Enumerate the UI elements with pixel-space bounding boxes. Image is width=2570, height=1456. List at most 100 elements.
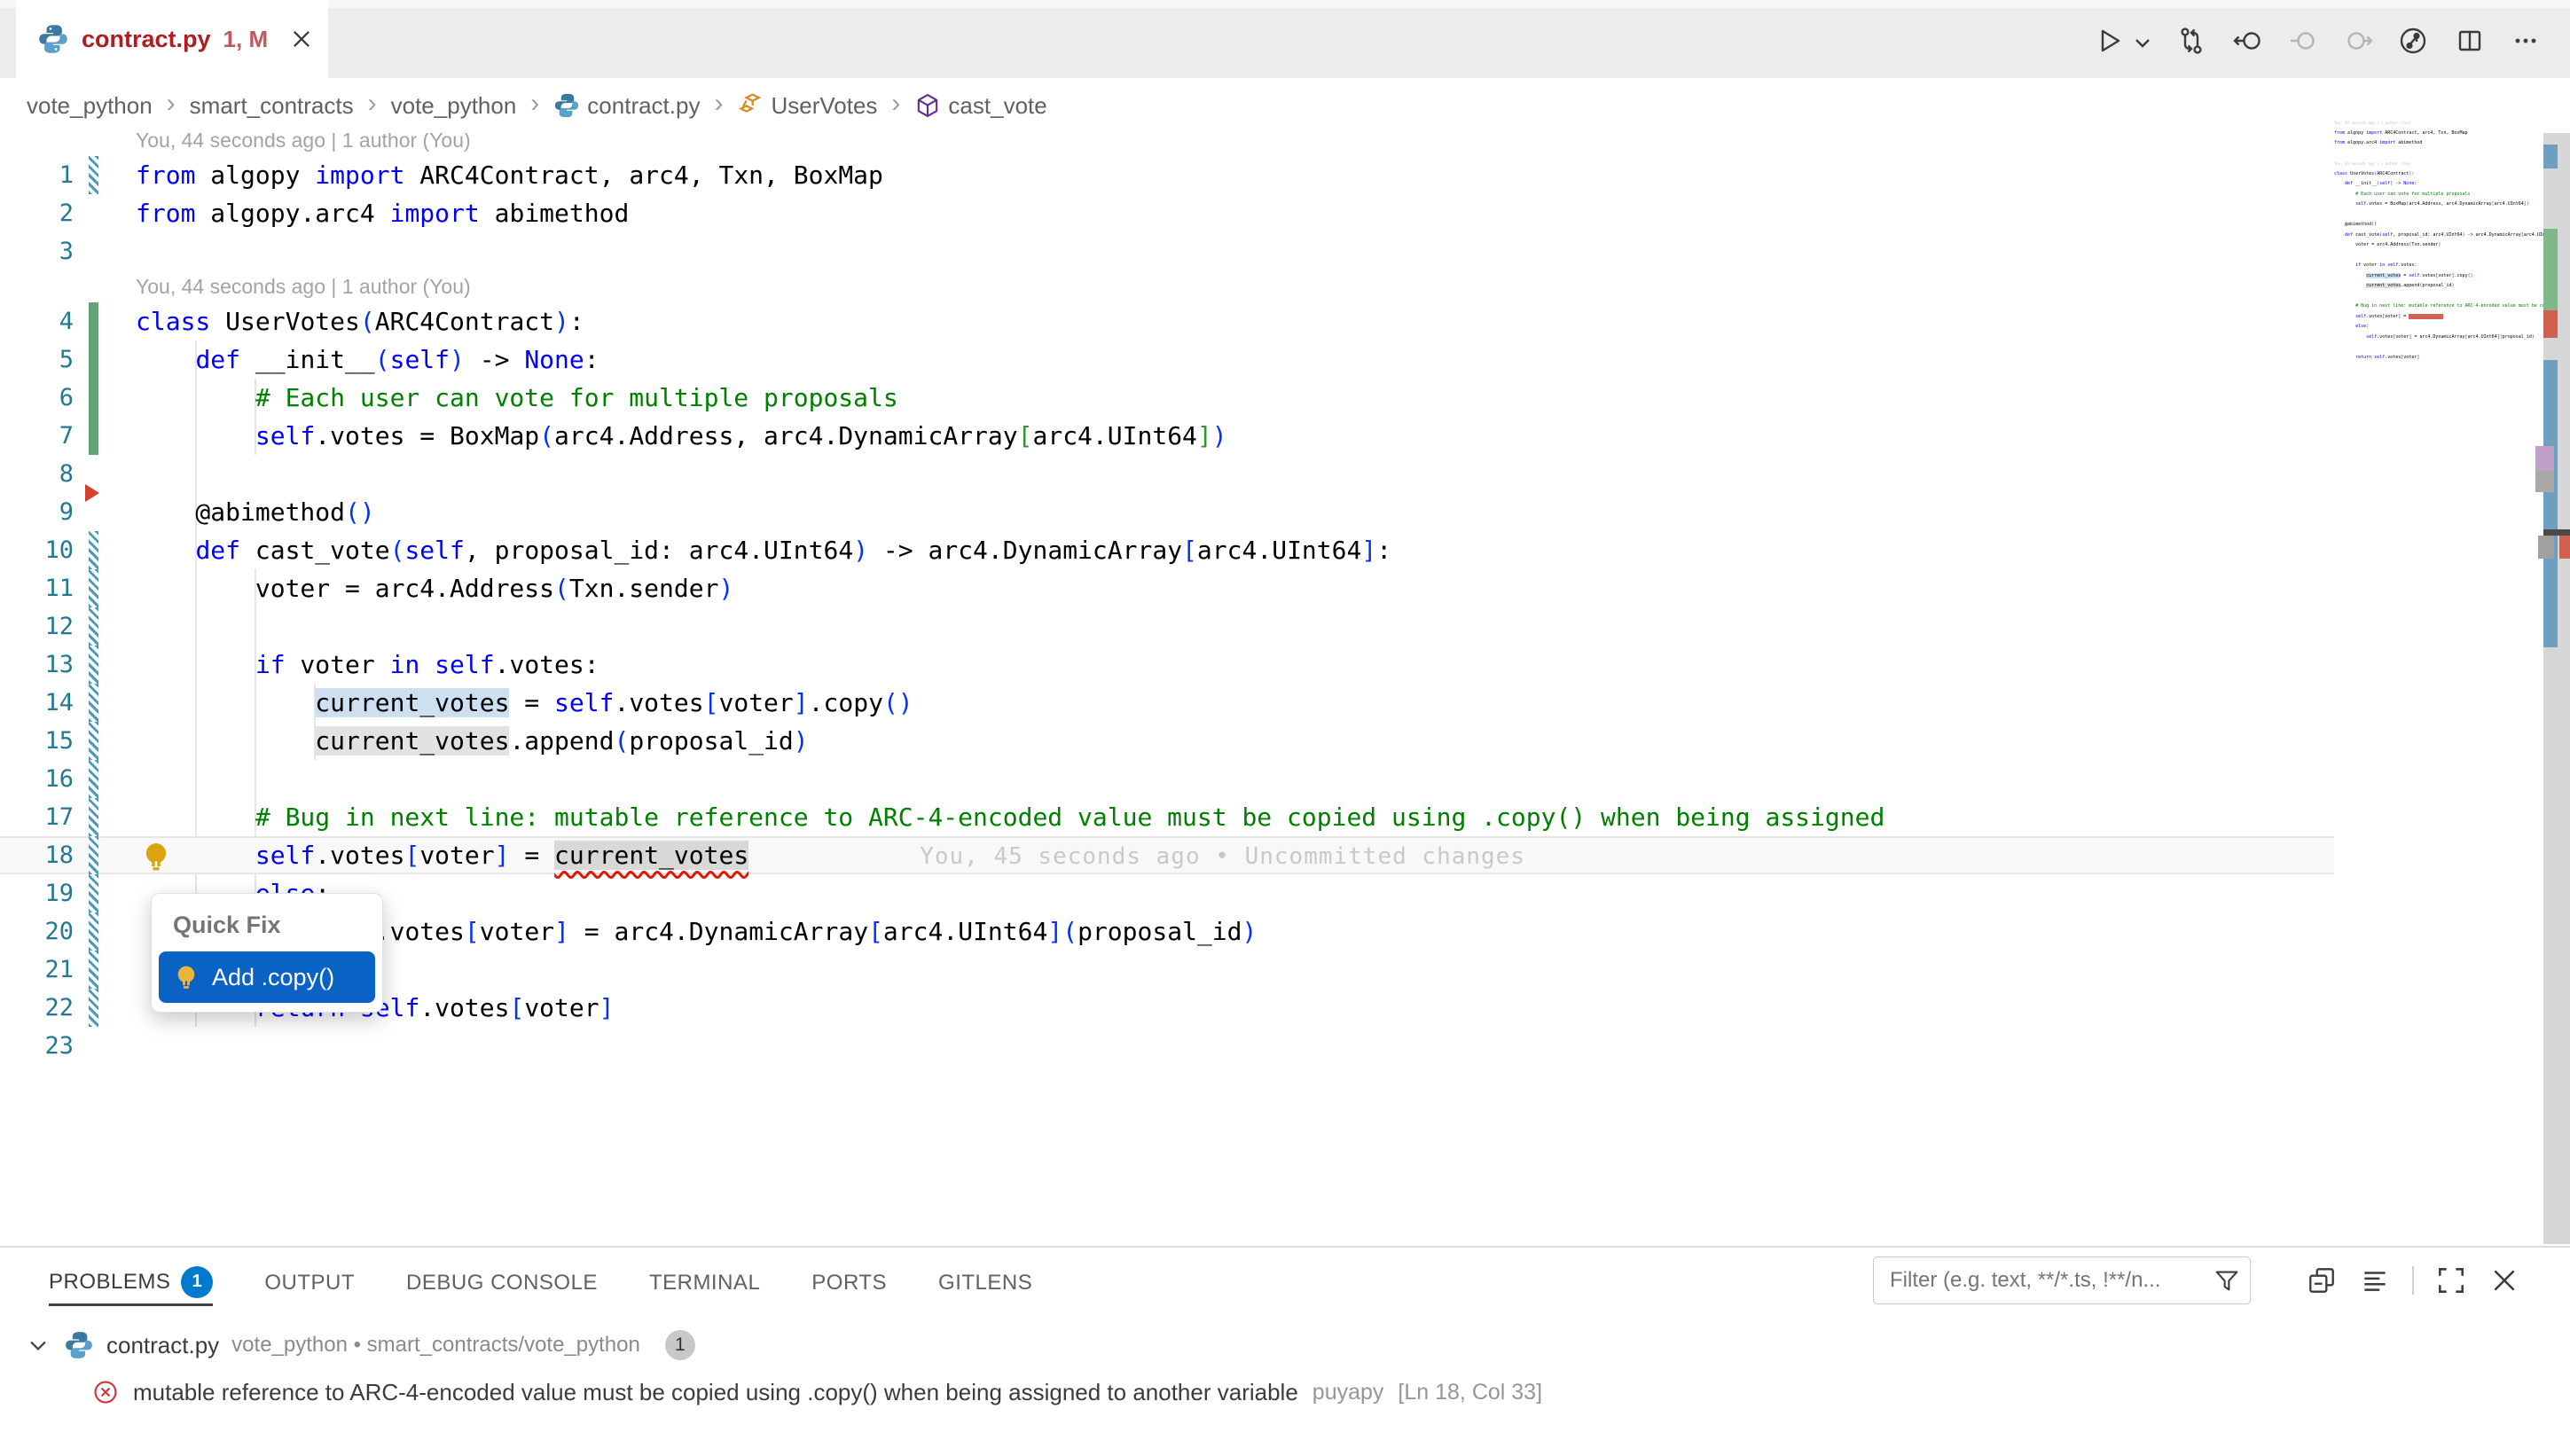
maximize-panel-icon[interactable] xyxy=(2435,1264,2467,1296)
gutter[interactable] xyxy=(74,531,136,569)
gutter[interactable] xyxy=(74,417,136,455)
collapse-all-icon[interactable] xyxy=(2306,1264,2338,1296)
chevron-down-icon[interactable] xyxy=(25,1332,51,1358)
tab-title[interactable]: contract.py xyxy=(82,26,211,53)
gutter[interactable] xyxy=(74,379,136,417)
line-number[interactable]: 7 xyxy=(0,417,74,455)
line-number[interactable]: 2 xyxy=(0,194,74,232)
gutter[interactable] xyxy=(74,194,136,232)
code-line-7[interactable]: 7 self.votes = BoxMap(arc4.Address, arc4… xyxy=(0,417,2334,455)
code-line-13[interactable]: 13 if voter in self.votes: xyxy=(0,646,2334,684)
gutter[interactable] xyxy=(74,607,136,646)
breadcrumb-folder[interactable]: vote_python xyxy=(391,92,517,120)
line-number[interactable]: 15 xyxy=(0,722,74,760)
line-number[interactable]: 5 xyxy=(0,341,74,379)
code-line-10[interactable]: 10 def cast_vote(self, proposal_id: arc4… xyxy=(0,531,2334,569)
line-number[interactable]: 11 xyxy=(0,569,74,607)
gutter[interactable] xyxy=(74,341,136,379)
breadcrumb-folder[interactable]: smart_contracts xyxy=(190,92,354,120)
gutter[interactable] xyxy=(74,455,136,493)
line-number[interactable]: 23 xyxy=(0,1027,74,1065)
line-number[interactable]: 12 xyxy=(0,607,74,646)
line-number[interactable]: 4 xyxy=(0,302,74,341)
code-line-11[interactable]: 11 voter = arc4.Address(Txn.sender) xyxy=(0,569,2334,607)
gutter-mod-indicator[interactable] xyxy=(89,951,98,989)
gutter-mod-indicator[interactable] xyxy=(89,569,98,607)
gutter-mod-indicator[interactable] xyxy=(89,607,98,646)
gutter[interactable] xyxy=(74,646,136,684)
gutter[interactable] xyxy=(74,836,136,874)
code-editor[interactable]: You, 44 seconds ago | 1 author (You) 1fro… xyxy=(0,133,2570,1244)
gutter[interactable] xyxy=(74,760,136,798)
view-as-table-icon[interactable] xyxy=(2359,1264,2391,1296)
gutter-add-indicator[interactable] xyxy=(89,341,98,379)
gutter-mod-indicator[interactable] xyxy=(89,912,98,951)
gutter[interactable] xyxy=(74,156,136,194)
gutter[interactable] xyxy=(74,1027,136,1065)
line-number[interactable]: 9 xyxy=(0,493,74,531)
gutter-add-indicator[interactable] xyxy=(89,379,98,417)
gutter-mod-indicator[interactable] xyxy=(89,722,98,760)
code-line-12[interactable]: 12 xyxy=(0,607,2334,646)
gutter-mod-indicator[interactable] xyxy=(89,684,98,722)
problems-filter-input[interactable] xyxy=(1888,1267,2213,1294)
panel-tab-terminal[interactable]: TERMINAL xyxy=(649,1260,760,1306)
line-number[interactable]: 14 xyxy=(0,684,74,722)
open-changes-icon[interactable] xyxy=(2176,26,2206,56)
panel-tab-debug-console[interactable]: DEBUG CONSOLE xyxy=(406,1260,598,1306)
panel-tab-output[interactable]: OUTPUT xyxy=(264,1260,355,1306)
tab-contract-py[interactable]: contract.py 1, M xyxy=(16,0,328,78)
run-python-file-button[interactable] xyxy=(2094,26,2124,56)
line-number[interactable]: 13 xyxy=(0,646,74,684)
gutter-mod-indicator[interactable] xyxy=(89,760,98,798)
deleted-lines-marker[interactable] xyxy=(85,484,99,502)
gutter[interactable] xyxy=(74,912,136,951)
code-line-3[interactable]: 3 xyxy=(0,232,2334,270)
code-line-14[interactable]: 14 current_votes = self.votes[voter].cop… xyxy=(0,684,2334,722)
previous-change-icon[interactable] xyxy=(2288,26,2318,56)
code-line-23[interactable]: 23 xyxy=(0,1027,2334,1065)
gutter-mod-indicator[interactable] xyxy=(89,836,98,874)
problem-row[interactable]: mutable reference to ARC-4-encoded value… xyxy=(0,1370,1542,1414)
commit-graph-icon[interactable] xyxy=(2398,26,2428,56)
line-number[interactable]: 18 xyxy=(0,836,74,874)
previous-revision-icon[interactable] xyxy=(2232,26,2262,56)
code-line-8[interactable]: 8 xyxy=(0,455,2334,493)
panel-tab-gitlens[interactable]: GITLENS xyxy=(938,1260,1032,1306)
next-change-icon[interactable] xyxy=(2344,26,2374,56)
code-line-1[interactable]: 1from algopy import ARC4Contract, arc4, … xyxy=(0,156,2334,194)
code-line-2[interactable]: 2from algopy.arc4 import abimethod xyxy=(0,194,2334,232)
code-line-17[interactable]: 17 # Bug in next line: mutable reference… xyxy=(0,798,2334,836)
line-number[interactable]: 19 xyxy=(0,874,74,912)
gutter-mod-indicator[interactable] xyxy=(89,798,98,836)
gutter[interactable] xyxy=(74,989,136,1027)
gutter[interactable] xyxy=(74,302,136,341)
code-line-9[interactable]: 9 @abimethod() xyxy=(0,493,2334,531)
line-number[interactable]: 17 xyxy=(0,798,74,836)
line-number[interactable]: 10 xyxy=(0,531,74,569)
code-line-5[interactable]: 5 def __init__(self) -> None: xyxy=(0,341,2334,379)
gutter[interactable] xyxy=(74,951,136,989)
line-number[interactable]: 20 xyxy=(0,912,74,951)
problems-file-row[interactable]: contract.py vote_python • smart_contract… xyxy=(0,1324,695,1366)
panel-tab-problems[interactable]: PROBLEMS1 xyxy=(49,1260,213,1306)
close-panel-icon[interactable] xyxy=(2488,1264,2520,1296)
minimap[interactable]: You, 44 seconds ago | 1 author (You)from… xyxy=(2334,118,2543,419)
gutter[interactable] xyxy=(74,722,136,760)
breadcrumb-method[interactable]: cast_vote xyxy=(914,92,1046,120)
line-number[interactable]: 22 xyxy=(0,989,74,1027)
run-dropdown-chevron-icon[interactable] xyxy=(2132,32,2153,53)
gutter-mod-indicator[interactable] xyxy=(89,531,98,569)
panel-tab-ports[interactable]: PORTS xyxy=(811,1260,887,1306)
line-number[interactable]: 21 xyxy=(0,951,74,989)
gutter-mod-indicator[interactable] xyxy=(89,646,98,684)
gitlens-blame-annotation[interactable]: You, 44 seconds ago | 1 author (You) xyxy=(0,270,2334,302)
lightbulb-icon[interactable] xyxy=(140,841,172,873)
line-number[interactable]: 16 xyxy=(0,760,74,798)
gutter-add-indicator[interactable] xyxy=(89,417,98,455)
gutter[interactable] xyxy=(74,232,136,270)
gutter-mod-indicator[interactable] xyxy=(89,156,98,194)
problems-filter-box[interactable] xyxy=(1873,1256,2251,1304)
code-line-15[interactable]: 15 current_votes.append(proposal_id) xyxy=(0,722,2334,760)
line-number[interactable]: 1 xyxy=(0,156,74,194)
